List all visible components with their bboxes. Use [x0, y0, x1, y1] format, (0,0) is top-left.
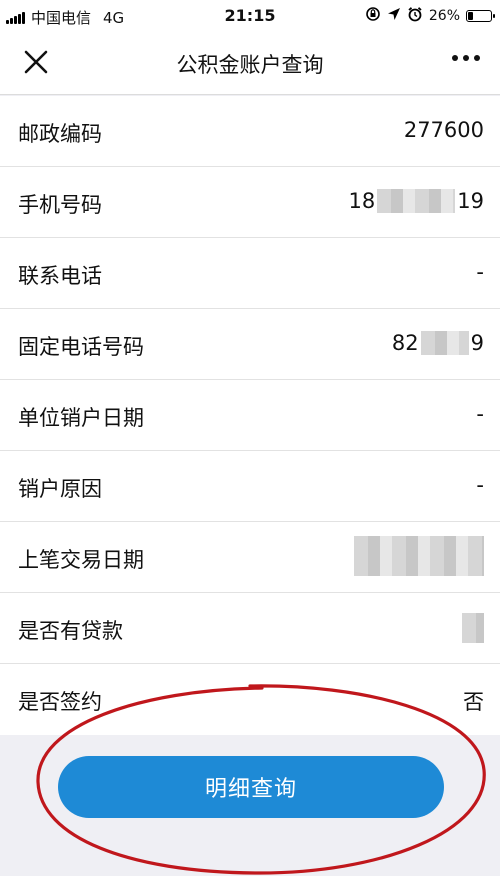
more-icon[interactable]: [448, 46, 484, 78]
rotation-lock-icon: [365, 6, 381, 26]
battery-percent: 26%: [428, 8, 460, 24]
row-last-transaction-date: 上笔交易日期: [0, 522, 500, 593]
mobile-prefix: 18: [348, 189, 376, 213]
redacted-block: [420, 331, 469, 355]
row-value: 277600: [403, 118, 484, 142]
row-mobile-number: 手机号码 18 19: [0, 167, 500, 238]
row-label: 是否签约: [18, 690, 102, 714]
row-value: 否: [463, 690, 484, 714]
nav-bar: 公积金账户查询: [0, 32, 500, 95]
row-contact-phone: 联系电话 -: [0, 238, 500, 309]
row-value: -: [476, 473, 484, 497]
row-label: 手机号码: [18, 193, 102, 217]
row-value: -: [476, 402, 484, 426]
row-value: [354, 536, 484, 576]
battery-fill: [468, 12, 473, 20]
detail-query-button[interactable]: 明细查询: [58, 756, 444, 818]
row-label: 销户原因: [18, 477, 102, 501]
row-account-close-date: 单位销户日期 -: [0, 380, 500, 451]
row-value: [462, 613, 484, 643]
screen: 中国电信 4G 21:15 26% 公积金账户查询 邮政编码 277600 手机…: [0, 0, 500, 876]
battery-icon: [466, 10, 495, 22]
alarm-icon: [407, 6, 423, 26]
row-value: -: [476, 260, 484, 284]
row-postal-code: 邮政编码 277600: [0, 96, 500, 167]
page-title: 公积金账户查询: [176, 53, 324, 77]
account-info-list: 邮政编码 277600 手机号码 18 19 联系电话 - 固定电话号码 82 …: [0, 96, 500, 735]
row-label: 单位销户日期: [18, 406, 144, 430]
status-bar: 中国电信 4G 21:15 26%: [0, 0, 500, 32]
location-icon: [387, 7, 401, 25]
row-is-signed: 是否签约 否: [0, 664, 500, 735]
status-right: 26%: [359, 6, 495, 26]
row-has-loan: 是否有贷款: [0, 593, 500, 664]
row-label: 固定电话号码: [18, 335, 144, 359]
landline-prefix: 82: [391, 331, 419, 355]
redacted-block: [462, 613, 484, 643]
row-label: 是否有贷款: [18, 619, 123, 643]
row-close-reason: 销户原因 -: [0, 451, 500, 522]
mobile-suffix: 19: [457, 189, 484, 213]
redacted-block: [377, 189, 456, 213]
row-label: 邮政编码: [18, 122, 102, 146]
landline-suffix: 9: [470, 331, 484, 355]
row-value: 18 19: [349, 189, 484, 213]
row-landline-number: 固定电话号码 82 9: [0, 309, 500, 380]
row-label: 联系电话: [18, 264, 102, 288]
row-label: 上笔交易日期: [18, 548, 144, 572]
row-value: 82 9: [392, 331, 484, 355]
redacted-block: [354, 536, 484, 576]
